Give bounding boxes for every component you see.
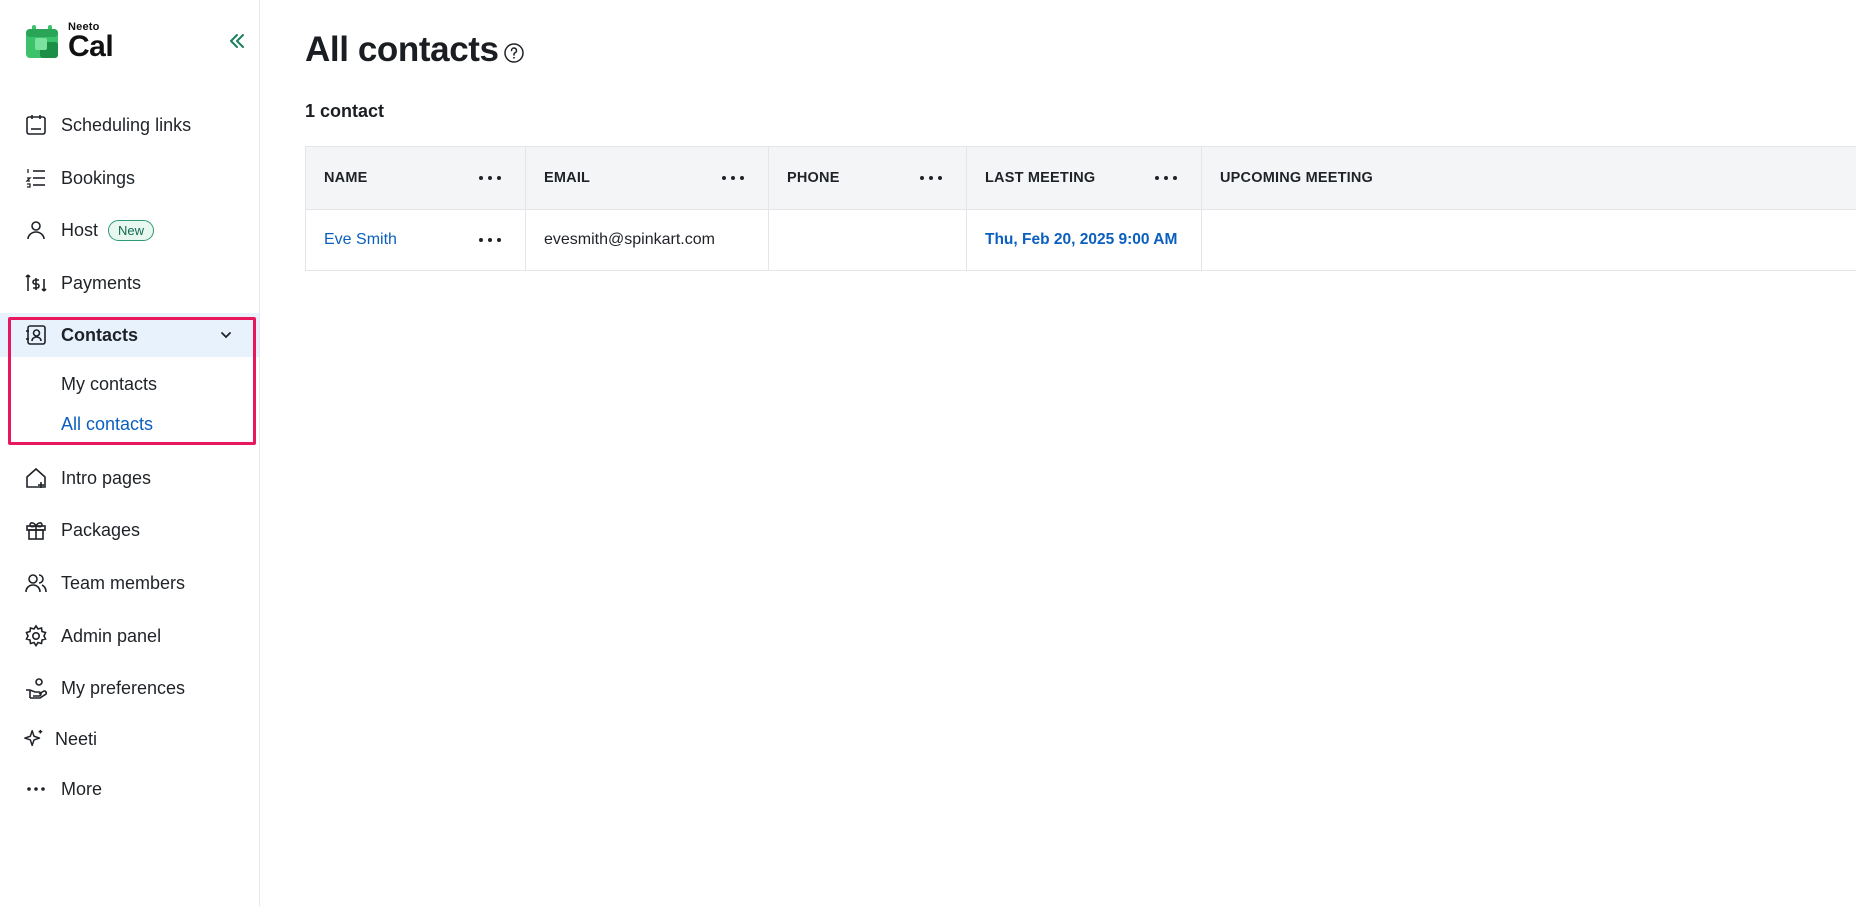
column-header-label: NAME xyxy=(324,170,368,186)
sidebar-item-label: My preferences xyxy=(61,677,186,698)
sparkle-icon xyxy=(22,727,46,751)
sidebar: Neeto Cal Scheduling links Bookings Host… xyxy=(0,0,260,906)
column-header-label: PHONE xyxy=(787,170,840,186)
column-header-upcoming-meeting[interactable]: UPCOMING MEETING xyxy=(1202,147,1856,209)
sidebar-item-label: Payments xyxy=(61,272,142,293)
sidebar-item-admin-panel[interactable]: Admin panel xyxy=(0,614,259,658)
contact-name-link[interactable]: Eve Smith xyxy=(324,231,397,249)
column-header-name[interactable]: NAME xyxy=(306,147,526,209)
sidebar-item-label: Packages xyxy=(61,519,141,540)
contacts-table: NAME EMAIL PHONE LAST MEETING UPCOMING M… xyxy=(305,146,1856,271)
last-meeting-link[interactable]: Thu, Feb 20, 2025 9:00 AM xyxy=(985,231,1177,249)
table-header: NAME EMAIL PHONE LAST MEETING UPCOMING M… xyxy=(306,147,1856,210)
column-menu-icon[interactable] xyxy=(920,174,942,182)
help-icon[interactable] xyxy=(503,42,525,64)
page-title: All contacts xyxy=(305,30,499,69)
contact-count: 1 contact xyxy=(305,101,385,121)
sidebar-item-label: Intro pages xyxy=(61,467,152,488)
table-row[interactable]: Eve Smith evesmith@spinkart.com Thu, Feb… xyxy=(306,210,1856,271)
cell-last-meeting: Thu, Feb 20, 2025 9:00 AM xyxy=(967,210,1202,270)
sidebar-item-label: Contacts xyxy=(61,324,139,345)
column-menu-icon[interactable] xyxy=(479,174,501,182)
contact-book-icon xyxy=(24,323,48,347)
contact-email: evesmith@spinkart.com xyxy=(544,231,715,248)
sidebar-item-intro-pages[interactable]: Intro pages xyxy=(0,456,259,500)
sidebar-item-neeti[interactable]: Neeti xyxy=(0,717,259,761)
sidebar-item-label: Team members xyxy=(61,572,186,593)
hand-gear-icon xyxy=(24,676,48,700)
list-numbered-icon xyxy=(24,166,48,190)
gear-icon xyxy=(24,624,48,648)
column-header-label: LAST MEETING xyxy=(985,170,1096,186)
sidebar-item-more[interactable]: More xyxy=(0,767,259,811)
calendar-icon xyxy=(24,113,48,137)
sidebar-item-team-members[interactable]: Team members xyxy=(0,561,259,605)
column-header-label: EMAIL xyxy=(544,170,591,186)
column-header-last-meeting[interactable]: LAST MEETING xyxy=(967,147,1202,209)
payments-icon xyxy=(24,271,48,295)
collapse-sidebar-icon[interactable] xyxy=(226,30,248,52)
column-header-label: UPCOMING MEETING xyxy=(1220,170,1374,186)
column-header-phone[interactable]: PHONE xyxy=(769,147,967,209)
sidebar-item-bookings[interactable]: Bookings xyxy=(0,156,259,200)
sidebar-subitem-all-contacts[interactable]: All contacts xyxy=(61,414,153,435)
sidebar-item-label: Bookings xyxy=(61,167,136,188)
cell-name: Eve Smith xyxy=(306,210,526,270)
column-menu-icon[interactable] xyxy=(1155,174,1177,182)
column-menu-icon[interactable] xyxy=(722,174,744,182)
column-header-email[interactable]: EMAIL xyxy=(526,147,769,209)
sidebar-item-my-preferences[interactable]: My preferences xyxy=(0,666,259,710)
sidebar-item-scheduling-links[interactable]: Scheduling links xyxy=(0,103,259,147)
home-plus-icon xyxy=(24,466,48,490)
sidebar-item-packages[interactable]: Packages xyxy=(0,508,259,552)
sidebar-item-label: Neeti xyxy=(55,728,98,749)
chevron-down-icon[interactable] xyxy=(217,326,235,344)
sidebar-subitem-my-contacts[interactable]: My contacts xyxy=(61,374,157,395)
sidebar-item-contacts[interactable]: Contacts xyxy=(0,313,259,357)
sidebar-item-label: More xyxy=(61,778,103,799)
sidebar-item-payments[interactable]: Payments xyxy=(0,261,259,305)
cell-email: evesmith@spinkart.com xyxy=(526,210,769,270)
more-dots-icon xyxy=(24,777,48,801)
brand-bottom-text: Cal xyxy=(68,30,114,63)
users-icon xyxy=(24,571,48,595)
cell-phone xyxy=(769,210,967,270)
sidebar-item-label: Scheduling links xyxy=(61,114,192,135)
brand[interactable]: Neeto Cal xyxy=(24,22,114,63)
row-menu-icon[interactable] xyxy=(479,236,501,244)
gift-icon xyxy=(24,518,48,542)
user-icon xyxy=(24,218,48,242)
new-badge: New xyxy=(108,219,155,241)
neetocal-logo-icon xyxy=(24,24,60,60)
sidebar-item-host[interactable]: Host New xyxy=(0,208,259,252)
sidebar-item-label: Host xyxy=(61,219,99,240)
cell-upcoming-meeting xyxy=(1202,210,1856,270)
main-content: All contacts 1 contact NAME EMAIL PHONE … xyxy=(261,0,1856,906)
sidebar-item-label: Admin panel xyxy=(61,625,162,646)
